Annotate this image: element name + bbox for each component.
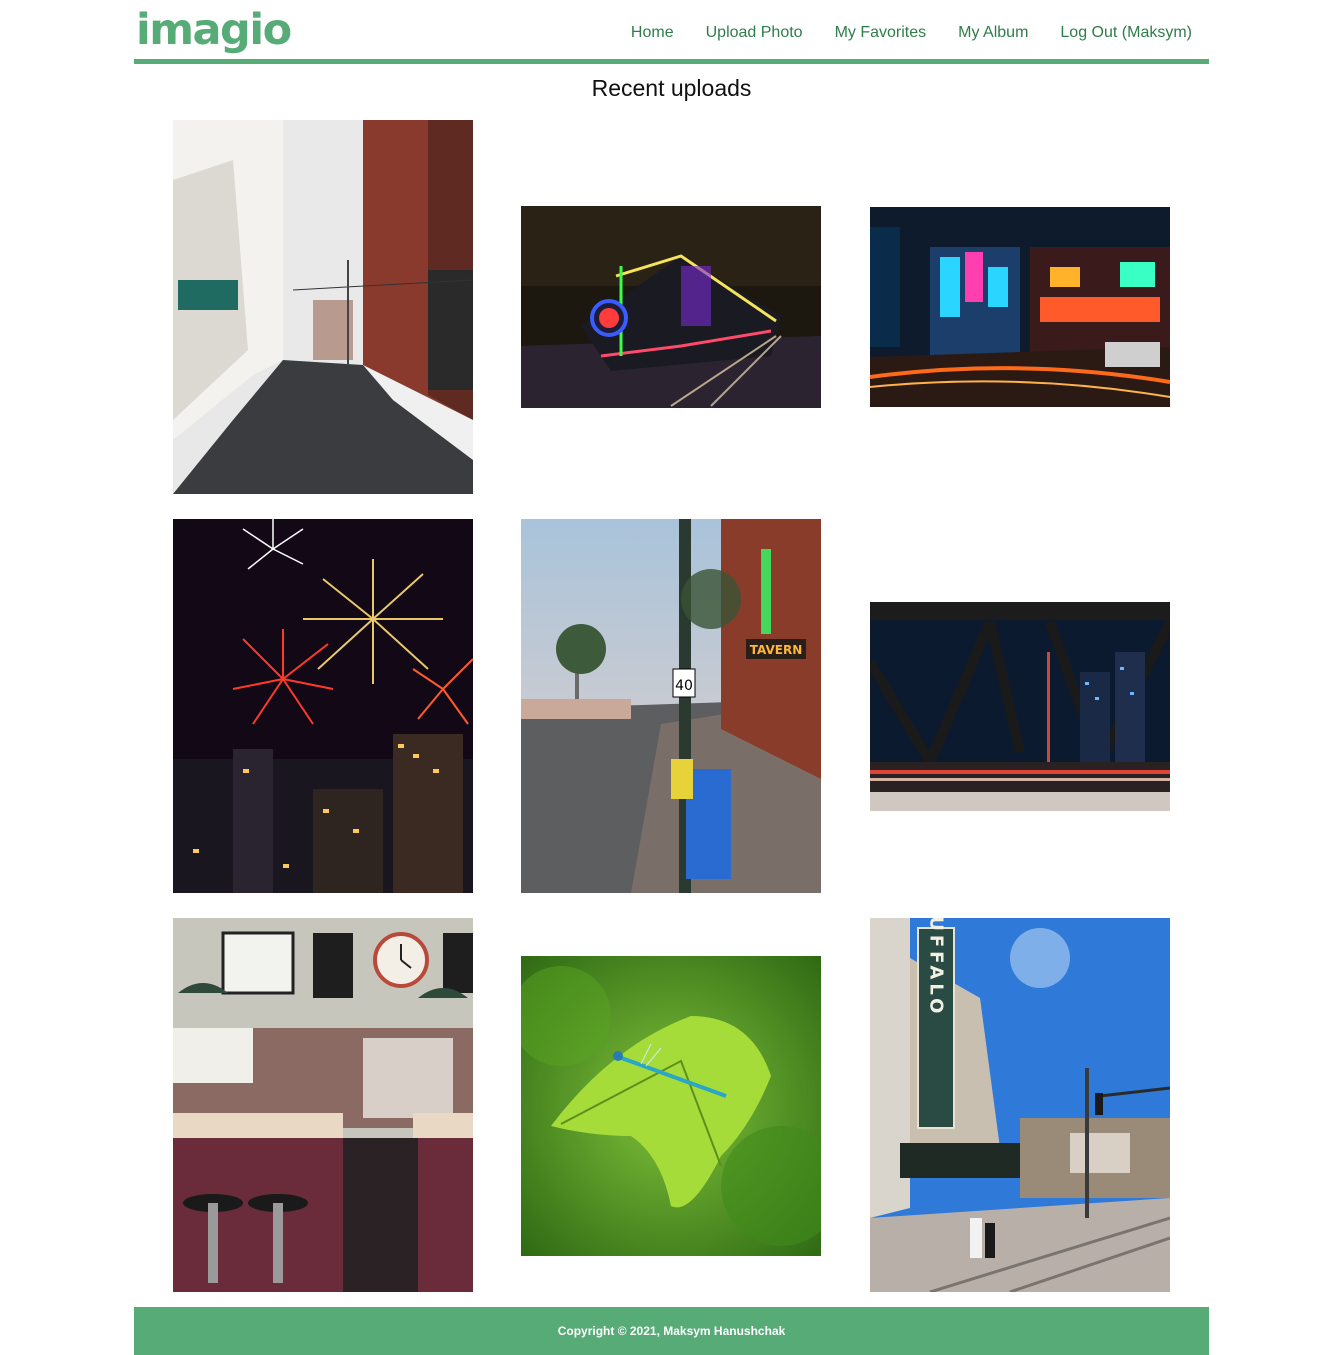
site-logo[interactable]: imagio xyxy=(136,4,292,56)
photo-snowy-alley[interactable] xyxy=(173,120,473,494)
photo-diner-interior[interactable] xyxy=(173,918,473,1292)
photo-image xyxy=(870,602,1170,811)
photo-damselfly-leaf[interactable] xyxy=(521,956,821,1256)
photo-image xyxy=(173,519,473,893)
page-title: Recent uploads xyxy=(591,75,752,101)
photo-image xyxy=(173,120,473,494)
nav-logout-link[interactable]: Log Out (Maksym) xyxy=(1060,22,1192,44)
photo-buffalo-theatre[interactable]: BUFFALO xyxy=(870,918,1170,1292)
photo-image xyxy=(173,918,473,1292)
photo-bridge-city-night[interactable] xyxy=(870,602,1170,811)
buffalo-sign-text: BUFFALO xyxy=(926,918,947,1017)
photo-image xyxy=(521,956,821,1256)
nav-my-favorites-link[interactable]: My Favorites xyxy=(835,22,927,44)
site-header: imagio Home Upload Photo My Favorites My… xyxy=(134,0,1209,64)
main-nav: Home Upload Photo My Favorites My Album … xyxy=(631,22,1192,44)
photo-holiday-train[interactable] xyxy=(521,206,821,408)
speed-limit-text: 40 xyxy=(675,678,693,694)
nav-upload-photo-link[interactable]: Upload Photo xyxy=(706,22,803,44)
nav-home-link[interactable]: Home xyxy=(631,22,674,44)
photo-image xyxy=(870,207,1170,407)
site-footer: Copyright © 2021, Maksym Hanushchak xyxy=(134,1307,1209,1355)
photo-neon-street-night[interactable] xyxy=(870,207,1170,407)
photo-image: 40 TAVERN xyxy=(521,519,821,893)
nav-my-album-link[interactable]: My Album xyxy=(958,22,1028,44)
photo-tavern-street[interactable]: 40 TAVERN xyxy=(521,519,821,893)
photo-fireworks-city[interactable] xyxy=(173,519,473,893)
page-container: imagio Home Upload Photo My Favorites My… xyxy=(134,0,1209,1355)
tavern-sign-text: TAVERN xyxy=(750,643,803,657)
photo-image: BUFFALO xyxy=(870,918,1170,1292)
photo-image xyxy=(521,206,821,408)
copyright-text: Copyright © 2021, Maksym Hanushchak xyxy=(557,1324,786,1338)
